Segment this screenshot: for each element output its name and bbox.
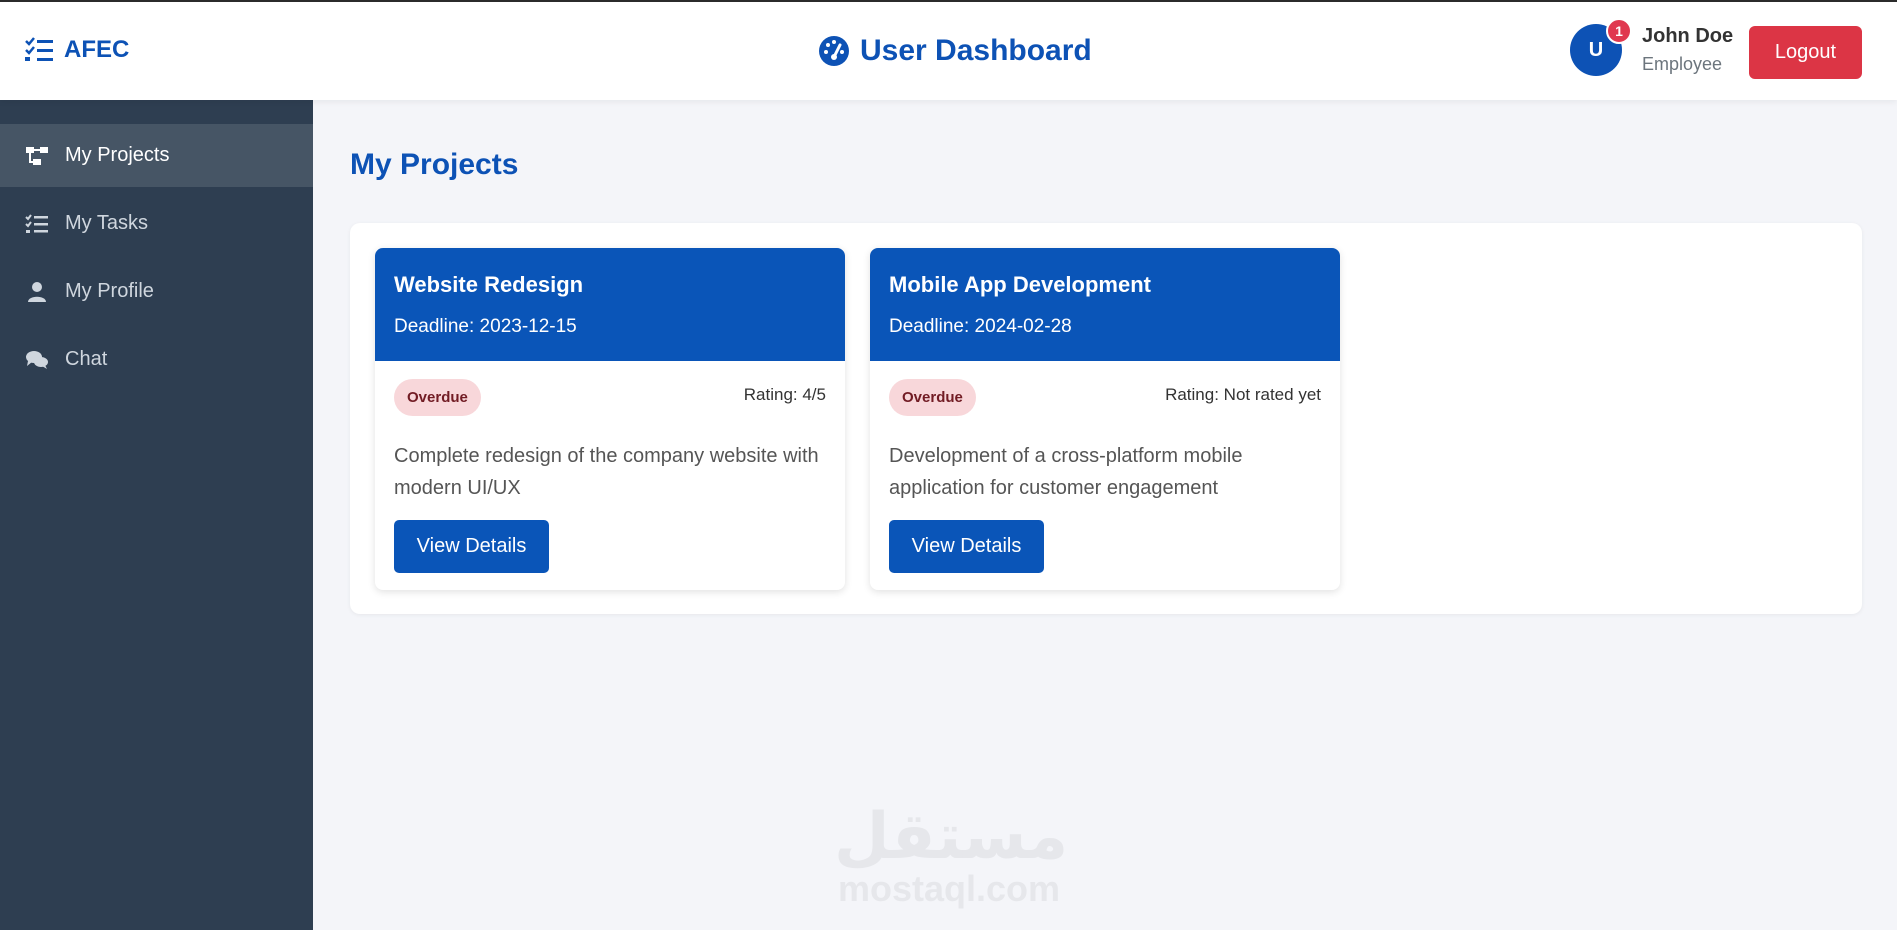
project-card: Mobile App Development Deadline: 2024-02… xyxy=(870,248,1340,590)
user-info: John Doe Employee xyxy=(1642,25,1733,75)
view-details-button[interactable]: View Details xyxy=(889,520,1044,573)
project-description: Complete redesign of the company website… xyxy=(394,445,819,499)
list-check-icon xyxy=(25,37,53,61)
sidebar-item-label: My Profile xyxy=(65,280,154,302)
sidebar-item-label: My Tasks xyxy=(65,212,148,234)
project-deadline: Deadline: 2023-12-15 xyxy=(394,316,577,337)
status-badge: Overdue xyxy=(394,379,481,416)
project-card-body: Overdue Rating: Not rated yet Developmen… xyxy=(870,361,1340,590)
gauge-icon xyxy=(819,36,849,66)
sidebar-item-my-profile[interactable]: My Profile xyxy=(0,260,313,323)
brand-logo[interactable]: AFEC xyxy=(24,36,129,64)
project-diagram-icon xyxy=(26,146,48,165)
watermark-arabic: مستقل xyxy=(834,800,1069,874)
sidebar: My Projects My Tasks My Profile Chat xyxy=(0,100,313,930)
sidebar-item-my-tasks[interactable]: My Tasks xyxy=(0,192,313,255)
status-row: Overdue Rating: 4/5 xyxy=(394,379,826,416)
project-rating: Rating: 4/5 xyxy=(743,385,826,404)
avatar[interactable]: U 1 xyxy=(1570,18,1632,76)
projects-panel: Website Redesign Deadline: 2023-12-15 Ov… xyxy=(350,223,1862,614)
notification-badge[interactable]: 1 xyxy=(1606,18,1632,44)
sidebar-item-my-projects[interactable]: My Projects xyxy=(0,124,313,187)
project-card: Website Redesign Deadline: 2023-12-15 Ov… xyxy=(375,248,845,590)
project-card-header: Mobile App Development Deadline: 2024-02… xyxy=(870,248,1340,361)
avatar-initial: U xyxy=(1588,38,1604,61)
top-bar: AFEC User Dashboard U 1 John Doe Employe… xyxy=(0,0,1897,100)
page-title: User Dashboard xyxy=(818,34,1092,68)
sidebar-item-label: My Projects xyxy=(65,144,170,166)
tasks-icon xyxy=(25,213,48,233)
main-content: My Projects xyxy=(350,148,518,182)
project-deadline: Deadline: 2024-02-28 xyxy=(889,316,1072,337)
sidebar-item-label: Chat xyxy=(65,348,108,370)
status-badge: Overdue xyxy=(889,379,976,416)
project-card-header: Website Redesign Deadline: 2023-12-15 xyxy=(375,248,845,361)
user-name: John Doe xyxy=(1642,25,1734,47)
user-icon xyxy=(28,281,46,302)
watermark-latin: mostaql.com xyxy=(837,868,1061,909)
logout-button[interactable]: Logout xyxy=(1749,26,1862,79)
project-title: Mobile App Development xyxy=(889,272,1151,297)
sidebar-item-chat[interactable]: Chat xyxy=(0,328,313,391)
status-row: Overdue Rating: Not rated yet xyxy=(889,379,1321,416)
project-card-body: Overdue Rating: 4/5 Complete redesign of… xyxy=(375,361,845,590)
watermark: مستقل mostaql.com xyxy=(834,800,1069,909)
comments-icon xyxy=(26,350,48,369)
section-heading: My Projects xyxy=(350,148,519,181)
user-role: Employee xyxy=(1642,54,1723,74)
project-title: Website Redesign xyxy=(394,272,584,297)
view-details-button[interactable]: View Details xyxy=(394,520,549,573)
user-menu[interactable]: U 1 John Doe Employee xyxy=(1570,18,1733,76)
project-description: Development of a cross-platform mobile a… xyxy=(889,445,1243,499)
project-rating: Rating: Not rated yet xyxy=(1165,385,1321,404)
page-title-text: User Dashboard xyxy=(860,34,1092,67)
brand-name: AFEC xyxy=(64,36,130,63)
